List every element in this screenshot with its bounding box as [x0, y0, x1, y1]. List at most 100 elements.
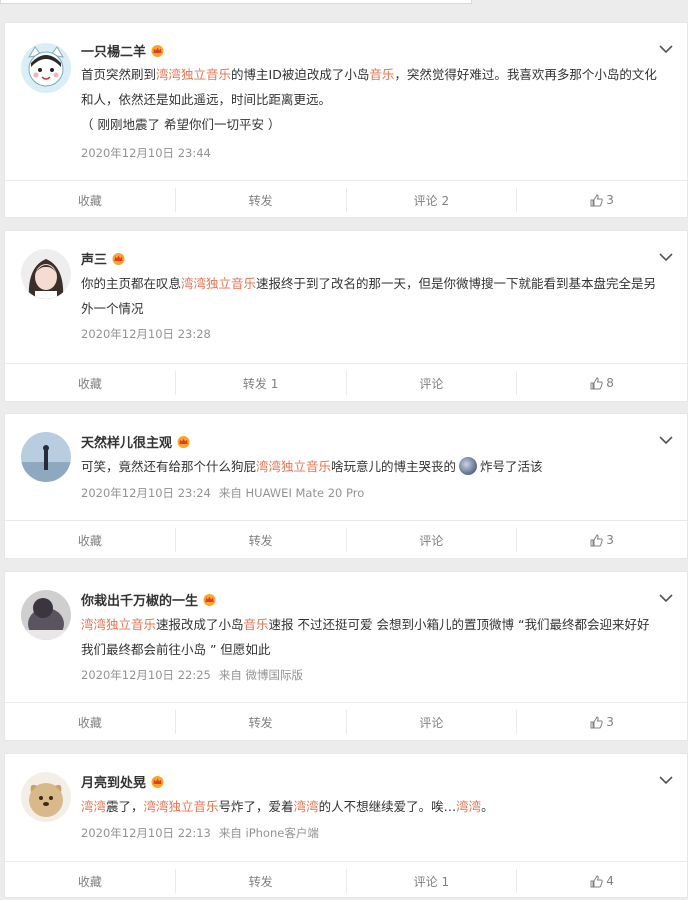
- timestamp: 2020年12月10日 22:25: [81, 668, 211, 682]
- like-button[interactable]: 3: [517, 528, 687, 552]
- comment-text: 你的主页都在叹息湾湾独立音乐速报终于到了改名的那一天，但是你微博搜一下就能看到基…: [81, 271, 661, 321]
- like-button[interactable]: 4: [517, 869, 687, 893]
- highlight-keyword-link[interactable]: 音乐: [369, 67, 394, 82]
- comment-meta: 2020年12月10日 23:24 来自 HUAWEI Mate 20 Pro: [81, 485, 364, 501]
- repost-button[interactable]: 转发: [176, 528, 347, 552]
- favorite-button[interactable]: 收藏: [5, 188, 176, 212]
- favorite-label: 收藏: [77, 874, 102, 889]
- comment-label: 评论: [419, 715, 444, 730]
- repost-label: 转发: [248, 193, 273, 208]
- timestamp: 2020年12月10日 23:44: [81, 146, 211, 160]
- username-text[interactable]: 你栽出千万椒的一生: [81, 590, 198, 609]
- emoji-icon: [459, 457, 478, 475]
- chevron-down-icon[interactable]: [659, 594, 673, 603]
- username[interactable]: 你栽出千万椒的一生: [81, 590, 217, 609]
- source-label[interactable]: 来自 HUAWEI Mate 20 Pro: [219, 486, 364, 500]
- comment-button[interactable]: 评论: [347, 371, 518, 395]
- chevron-down-icon[interactable]: [659, 776, 673, 785]
- comment-button[interactable]: 评论: [347, 710, 518, 734]
- avatar[interactable]: [21, 772, 71, 822]
- repost-label: 转发: [248, 874, 273, 889]
- username[interactable]: 天然样儿很主观: [81, 432, 191, 451]
- timestamp: 2020年12月10日 23:28: [81, 327, 211, 341]
- favorite-button[interactable]: 收藏: [5, 869, 176, 893]
- text-span: 可笑，竟然还有给那个什么狗屁: [81, 459, 257, 474]
- comment-card: 声三 你的主页都在叹息湾湾独立音乐速报终于到了改名的那一天，但是你微博搜一下就能…: [4, 230, 688, 402]
- text-span: 的人不想继续爱了。唉…: [318, 799, 457, 814]
- comment-meta: 2020年12月10日 23:28: [81, 326, 211, 342]
- comment-button[interactable]: 评论: [347, 528, 518, 552]
- source-label[interactable]: 来自 微博国际版: [219, 668, 303, 682]
- username[interactable]: 月亮到处晃: [81, 772, 165, 791]
- comment-button[interactable]: 评论 2: [347, 188, 518, 212]
- username-text[interactable]: 天然样儿很主观: [81, 432, 172, 451]
- timestamp: 2020年12月10日 22:13: [81, 826, 211, 840]
- source-label[interactable]: 来自 iPhone客户端: [219, 826, 319, 840]
- favorite-button[interactable]: 收藏: [5, 371, 176, 395]
- like-count: 4: [606, 874, 614, 888]
- favorite-label: 收藏: [77, 193, 102, 208]
- favorite-label: 收藏: [77, 376, 102, 391]
- like-button[interactable]: 3: [517, 710, 687, 734]
- highlight-keyword-link[interactable]: 音乐: [244, 617, 269, 632]
- text-span: 啥玩意儿的博主哭丧的: [331, 459, 457, 474]
- like-count: 3: [606, 715, 614, 729]
- chevron-down-icon[interactable]: [659, 45, 673, 54]
- username[interactable]: 声三: [81, 249, 126, 268]
- repost-button[interactable]: 转发: [176, 710, 347, 734]
- comment-meta: 2020年12月10日 23:44: [81, 145, 211, 161]
- highlight-keyword-link[interactable]: 湾湾: [456, 799, 481, 814]
- thumbs-up-icon: [590, 193, 603, 206]
- text-span: 震了，: [106, 799, 144, 814]
- comment-card: 你栽出千万椒的一生 湾湾独立音乐速报改成了小岛音乐速报 不过还挺可爱 会想到小箱…: [4, 571, 688, 741]
- highlight-keyword-link[interactable]: 湾湾独立音乐: [256, 459, 331, 474]
- repost-button[interactable]: 转发 1: [176, 371, 347, 395]
- comment-card: 天然样儿很主观 可笑，竟然还有给那个什么狗屁湾湾独立音乐啥玩意儿的博主哭丧的 炸号…: [4, 413, 688, 559]
- avatar[interactable]: [21, 249, 71, 299]
- highlight-keyword-link[interactable]: 湾湾独立音乐: [156, 67, 231, 82]
- comment-text: 湾湾独立音乐速报改成了小岛音乐速报 不过还挺可爱 会想到小箱儿的置顶微博 “我们…: [81, 612, 661, 662]
- favorite-label: 收藏: [77, 533, 102, 548]
- highlight-keyword-link[interactable]: 湾湾独立音乐: [144, 799, 219, 814]
- text-span: 。: [481, 799, 494, 814]
- chevron-down-icon[interactable]: [659, 253, 673, 262]
- crown-vip-icon: [177, 436, 190, 448]
- highlight-keyword-link[interactable]: 湾湾独立音乐: [81, 617, 156, 632]
- favorite-label: 收藏: [77, 715, 102, 730]
- thumbs-up-icon: [590, 715, 603, 728]
- comment-label: 评论 1: [413, 874, 450, 889]
- highlight-keyword-link[interactable]: 湾湾独立音乐: [181, 276, 256, 291]
- chevron-down-icon[interactable]: [659, 436, 673, 445]
- avatar[interactable]: [21, 432, 71, 482]
- text-span: 号炸了，爱着: [218, 799, 294, 814]
- like-button[interactable]: 3: [517, 188, 687, 212]
- action-bar: 收藏 转发 评论 1 4: [5, 861, 687, 900]
- avatar[interactable]: [21, 590, 71, 640]
- username-text[interactable]: 一只楊二羊: [81, 41, 146, 60]
- favorite-button[interactable]: 收藏: [5, 528, 176, 552]
- like-button[interactable]: 8: [517, 371, 687, 395]
- highlight-keyword-link[interactable]: 湾湾: [81, 799, 106, 814]
- favorite-button[interactable]: 收藏: [5, 710, 176, 734]
- timestamp: 2020年12月10日 23:24: [81, 486, 211, 500]
- thumbs-up-icon: [590, 533, 603, 546]
- action-bar: 收藏 转发 评论 3: [5, 702, 687, 741]
- action-bar: 收藏 转发 1 评论 8: [5, 363, 687, 402]
- action-bar: 收藏 转发 评论 2 3: [5, 180, 687, 219]
- repost-button[interactable]: 转发: [176, 188, 347, 212]
- repost-label: 转发 1: [242, 376, 279, 391]
- comment-button[interactable]: 评论 1: [347, 869, 518, 893]
- highlight-keyword-link[interactable]: 湾湾: [294, 799, 319, 814]
- comment-card: 一只楊二羊 首页突然刷到湾湾独立音乐的博主ID被迫改成了小岛音乐，突然觉得好难过…: [4, 22, 688, 218]
- repost-label: 转发: [248, 715, 273, 730]
- text-span: 炸号了活该: [480, 459, 543, 474]
- comment-card: 月亮到处晃 湾湾震了，湾湾独立音乐号炸了，爱着湾湾的人不想继续爱了。唉…湾湾。 …: [4, 753, 688, 898]
- repost-button[interactable]: 转发: [176, 869, 347, 893]
- avatar[interactable]: [21, 43, 71, 93]
- username[interactable]: 一只楊二羊: [81, 41, 165, 60]
- like-count: 3: [606, 193, 614, 207]
- username-text[interactable]: 声三: [81, 249, 107, 268]
- crown-vip-icon: [151, 45, 164, 57]
- thumbs-up-icon: [590, 874, 603, 887]
- username-text[interactable]: 月亮到处晃: [81, 772, 146, 791]
